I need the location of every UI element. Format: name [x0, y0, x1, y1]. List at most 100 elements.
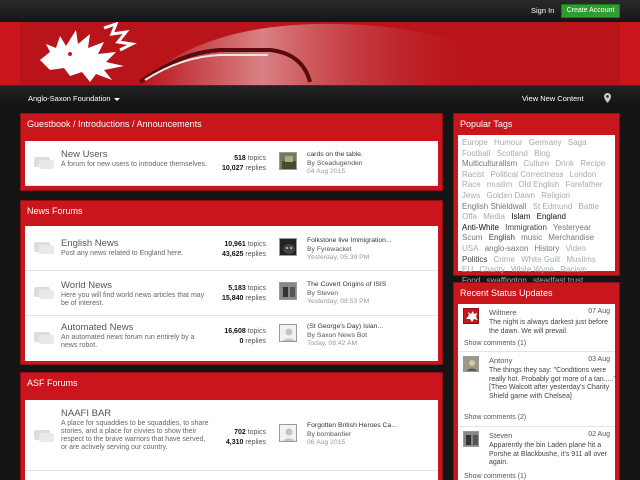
avatar[interactable] — [463, 308, 479, 324]
status-author[interactable]: Antony — [489, 356, 512, 365]
forum-row[interactable]: English News Post any news related to En… — [25, 226, 438, 271]
tag-link[interactable]: Anti-White — [462, 223, 499, 232]
last-post-author[interactable]: By bombardier — [307, 431, 415, 440]
last-post-title[interactable]: The Covert Origins of ISIS — [307, 281, 415, 290]
last-post-author[interactable]: By Sceadugenden — [307, 160, 415, 169]
tag-link[interactable]: Golden Dawn — [486, 191, 534, 200]
dragon-logo-icon — [40, 22, 490, 85]
view-new-content-link[interactable]: View New Content — [522, 94, 584, 103]
create-account-button[interactable]: Create Account — [561, 4, 620, 18]
tag-link[interactable]: History — [535, 244, 560, 253]
banner-logo[interactable] — [20, 22, 620, 85]
tag-link[interactable]: Muslims — [567, 255, 596, 264]
forum-stats: 10,961 topics 43,625 replies — [196, 240, 266, 260]
tag-link[interactable]: White Guilt — [521, 255, 560, 264]
avatar[interactable] — [463, 431, 479, 447]
tag-link[interactable]: music — [521, 233, 542, 242]
forum-row[interactable]: NAAFI BAR A place for squaddies to be sq… — [25, 400, 438, 471]
tag-link[interactable]: Merchandise — [548, 233, 594, 242]
avatar[interactable] — [279, 424, 297, 442]
forum-row[interactable]: World News Here you will find world news… — [25, 271, 438, 316]
topics-label: topics — [247, 429, 266, 436]
show-comments-link[interactable]: Show comments (1) — [464, 473, 526, 480]
avatar[interactable] — [279, 282, 297, 300]
forum-title[interactable]: NAAFI BAR — [61, 408, 111, 419]
tag-link[interactable]: anglo-saxon — [485, 244, 529, 253]
tag-link[interactable]: Crime — [494, 255, 515, 264]
main-nav: Anglo-Saxon Foundation View New Content — [0, 85, 640, 109]
avatar[interactable] — [279, 152, 297, 170]
status-author[interactable]: Wiltnere — [489, 308, 517, 317]
forum-description: A place for squaddies to be squaddies, t… — [61, 420, 209, 451]
tag-link[interactable]: Culture — [523, 159, 549, 168]
forum-title[interactable]: English News — [61, 238, 119, 249]
tag-link[interactable]: Football — [462, 149, 490, 158]
topic-count: 16,608 — [224, 328, 246, 335]
forum-menu[interactable]: Anglo-Saxon Foundation — [28, 94, 120, 103]
location-pin-icon[interactable] — [604, 93, 611, 103]
sign-in-link[interactable]: Sign In — [531, 6, 554, 15]
last-post-title[interactable]: Forgotten British Heroes Ca... — [307, 422, 415, 431]
tag-link[interactable]: Racist — [462, 170, 484, 179]
topics-label: topics — [247, 155, 266, 162]
tag-link[interactable]: Jews — [462, 191, 480, 200]
forum-title[interactable]: New Users — [61, 149, 107, 160]
show-comments-link[interactable]: Show comments (1) — [464, 340, 526, 347]
reply-count: 0 — [239, 338, 244, 345]
tag-link[interactable]: EU — [462, 265, 473, 274]
tag-link[interactable]: Europe — [462, 138, 488, 147]
tag-link[interactable]: Political Correctness — [490, 170, 563, 179]
tag-link[interactable]: Scum — [462, 233, 482, 242]
tag-link[interactable]: Scotland — [497, 149, 528, 158]
forum-title[interactable]: World News — [61, 280, 112, 291]
tag-link[interactable]: Politics — [462, 255, 487, 264]
last-post-title[interactable]: (St George's Day) Islan... — [307, 323, 415, 332]
tag-link[interactable]: Religion — [541, 191, 570, 200]
tag-link[interactable]: Yesteryear — [553, 223, 591, 232]
tag-link[interactable]: English — [489, 233, 515, 242]
last-post-author[interactable]: By Steven — [307, 290, 415, 299]
last-post-title[interactable]: Folkstone live Immigration... — [307, 237, 415, 246]
tag-link[interactable]: Battle — [579, 202, 599, 211]
avatar[interactable] — [463, 356, 479, 372]
tag-link[interactable]: English Shieldwall — [462, 202, 526, 211]
tag-link[interactable]: St Edmund — [533, 202, 573, 211]
status-author[interactable]: Steven — [489, 431, 512, 440]
status-list: Wiltnere 07 Aug The night is always dark… — [458, 304, 616, 480]
last-post-title[interactable]: cards on the table. — [307, 151, 415, 160]
tag-link[interactable]: Video — [566, 244, 586, 253]
tag-link[interactable]: Drink — [555, 159, 574, 168]
tag-link[interactable]: USA — [462, 244, 478, 253]
tag-link[interactable]: Blog — [534, 149, 550, 158]
tag-link[interactable]: Recipe — [580, 159, 605, 168]
tag-link[interactable]: Multiculturalism — [462, 159, 517, 168]
avatar[interactable] — [279, 324, 297, 342]
tag-link[interactable]: Islam — [511, 212, 530, 221]
show-comments-link[interactable]: Show comments (2) — [464, 414, 526, 421]
tag-link[interactable]: muslim — [487, 180, 512, 189]
forum-description: An automated news forum run entirely by … — [61, 334, 195, 349]
tag-link[interactable]: England — [537, 212, 566, 221]
tag-link[interactable]: London — [570, 170, 597, 179]
last-post-author[interactable]: By Saxon News Bot — [307, 332, 415, 341]
last-post: (St George's Day) Islan... By Saxon News… — [307, 323, 415, 349]
tag-link[interactable]: Humour — [494, 138, 522, 147]
tag-link[interactable]: Saga — [568, 138, 587, 147]
tag-link[interactable]: Offa — [462, 212, 477, 221]
forum-row[interactable]: New Users A forum for new users to intro… — [25, 141, 438, 186]
status-text: The things they say: "Conditions were re… — [489, 367, 616, 400]
last-post: Forgotten British Heroes Ca... By bombar… — [307, 422, 415, 448]
tag-link[interactable]: Racism — [560, 265, 587, 274]
tag-link[interactable]: Media — [483, 212, 505, 221]
tag-link[interactable]: Immigration — [505, 223, 547, 232]
forum-row[interactable]: Automated News An automated news forum r… — [25, 316, 438, 361]
tag-link[interactable]: White Wynn — [511, 265, 554, 274]
tag-link[interactable]: Charity — [479, 265, 504, 274]
tag-link[interactable]: Old English — [519, 180, 560, 189]
avatar[interactable] — [279, 238, 297, 256]
tag-link[interactable]: Germany — [529, 138, 562, 147]
tag-link[interactable]: Race — [462, 180, 481, 189]
forum-title[interactable]: Automated News — [61, 322, 133, 333]
last-post-author[interactable]: By Fyrewacket — [307, 246, 415, 255]
tag-link[interactable]: Forefather — [566, 180, 603, 189]
